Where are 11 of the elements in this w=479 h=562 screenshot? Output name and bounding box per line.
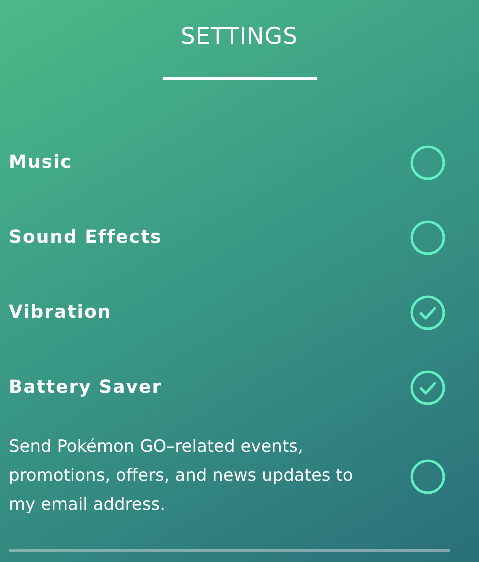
unchecked-circle-icon[interactable]	[410, 458, 446, 494]
unchecked-circle-icon[interactable]	[410, 144, 446, 180]
unchecked-circle-icon[interactable]	[410, 220, 446, 256]
setting-label: Sound Effects	[9, 227, 162, 248]
setting-label: Send Pokémon GO–related events, promotions, offers, and news updates to my email address.	[9, 436, 354, 517]
page-title: SETTINGS	[180, 23, 298, 52]
checked-circle-icon[interactable]	[410, 370, 446, 406]
setting-label: Battery Saver	[9, 377, 162, 398]
setting-label: Music	[9, 152, 72, 173]
setting-label: Vibration	[9, 302, 112, 323]
checked-circle-icon[interactable]	[410, 294, 446, 330]
